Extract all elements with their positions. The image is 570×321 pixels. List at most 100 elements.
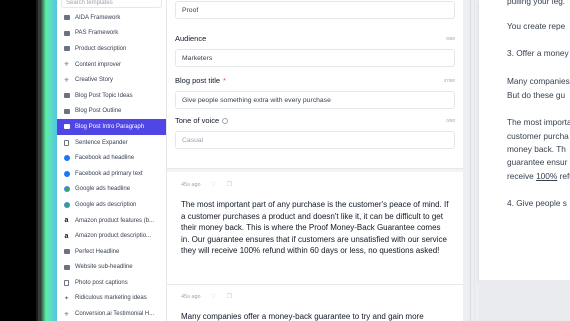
bulb-icon: ✦ [63,295,70,302]
result-card: 45s ago ♡ ❐ The most important part of a… [181,182,451,257]
sidebar-item[interactable]: AIDA Framework [57,10,166,26]
sidebar-item[interactable]: Website sub-headline [57,260,166,276]
template-list: AIDA Framework PAS Framework Product descr… [57,10,166,321]
result-timestamp: 45s ago [181,294,201,300]
tone-label-row: Tone of voice 0/80 [175,116,455,125]
doc-line: money back. Th [507,144,566,154]
sidebar-item[interactable]: a Amazon product features (b... [57,213,166,229]
audience-char-count: 9/80 [446,36,455,41]
blog-title-label: Blog post title [175,76,221,85]
tone-label: Tone of voice [175,116,220,125]
sidebar-item-label: Google ads headline [75,186,131,193]
facebook-icon [63,170,70,177]
sidebar-item[interactable]: Google ads headline [57,182,166,198]
document-editor[interactable]: pulling your leg. You create repe 3. Off… [479,0,570,280]
doc-line: customer purcha [507,131,569,141]
result-text[interactable]: The most important part of any purchase … [181,199,451,257]
sidebar-item[interactable]: Perfect Headline [57,244,166,260]
sidebar-item[interactable]: Blog Post Intro Paragraph [57,119,166,135]
sidebar-item-label: Amazon product features (b... [75,217,155,224]
speaker-icon [63,30,70,37]
sidebar-item-label: Photo post captions [75,279,128,286]
audience-field[interactable]: Marketers [175,49,455,67]
sidebar-item[interactable]: ✳ Content improver [57,57,166,73]
sidebar-item[interactable]: a Amazon product descriptio... [57,228,166,244]
blog-title-field[interactable]: Give people something extra with every p… [175,91,455,109]
tone-field[interactable]: Casual [175,131,455,149]
sidebar-item-label: Content improver [75,61,122,68]
result-card: 45s ago ♡ ❐ Many companies offer a money… [181,294,451,321]
sidebar-item[interactable]: Blog Post Outline [57,104,166,120]
blog-title-char-count: 47/80 [443,78,455,83]
sidebar-item-label: Blog Post Topic Ideas [75,92,133,99]
google-icon [63,201,70,208]
gutter-line [474,0,475,321]
audience-label-row: Audience 9/80 [175,34,455,43]
results-divider [167,168,463,172]
sidebar-item[interactable]: Google ads description [57,197,166,213]
google-icon [63,186,70,193]
result-text[interactable]: Many companies offer a money-back guaran… [181,311,451,321]
doc-line: The most importa [507,117,570,127]
sidebar-item-label: Google ads description [75,201,137,208]
sidebar-item[interactable]: Photo post captions [57,275,166,291]
sidebar-item[interactable]: Facebook ad headline [57,150,166,166]
speaker-icon [63,264,70,271]
sparkle-icon: ✳ [63,77,70,84]
result-meta: 45s ago ♡ ❐ [181,182,451,188]
sidebar-item[interactable]: ✳ Creative Story [57,72,166,88]
strip-edge [38,0,40,321]
facebook-icon [63,155,70,162]
sidebar-item[interactable]: ✦ Ridiculous marketing ideas [57,291,166,307]
sidebar-item-label: Ridiculous marketing ideas [75,295,147,302]
template-sidebar: Search templates AIDA Framework PAS Frame… [57,0,167,321]
doc-line: You create repe [507,21,566,31]
company-name-field[interactable]: Proof [175,1,455,19]
result-separator [167,284,463,285]
sparkle-icon: ✳ [63,311,70,318]
copy-icon[interactable]: ❐ [227,182,233,188]
camera-icon [63,279,70,286]
sidebar-item[interactable]: Sentence Expander [57,135,166,151]
sidebar-item-label: Facebook ad headline [75,155,135,162]
sidebar-item-label: Conversion.ai Testimonial H... [75,311,155,318]
left-background-strip [0,0,57,321]
doc-line: But do these gu [507,90,566,100]
doc-line: 3. Offer a money [507,48,569,58]
document-backdrop [479,280,570,321]
panel-gutter [463,0,479,321]
sidebar-item-label: AIDA Framework [75,14,121,21]
blog-title-label-row: Blog post title * 47/80 [175,76,455,85]
doc-line: receive 100% refun [507,170,570,184]
heart-icon[interactable]: ♡ [211,182,217,188]
amazon-icon: a [64,232,69,240]
result-meta: 45s ago ♡ ❐ [181,294,451,300]
sidebar-item[interactable]: ✳ Conversion.ai Testimonial H... [57,306,166,321]
main-panel: Proof Audience 9/80 Marketers Blog post … [167,0,463,321]
doc-line: 4. Give people s [507,198,567,208]
speaker-icon [63,248,70,255]
gutter-line [470,0,471,321]
sidebar-item[interactable]: Blog Post Topic Ideas [57,88,166,104]
sidebar-item[interactable]: Product description [57,41,166,57]
sidebar-item[interactable]: PAS Framework [57,26,166,42]
sidebar-item-label: Blog Post Intro Paragraph [75,123,145,130]
doc-text: receive [507,171,537,181]
heart-icon[interactable]: ♡ [211,294,217,300]
template-search-input[interactable]: Search templates [61,0,162,8]
sidebar-item-label: Product description [75,45,127,52]
sidebar-item-label: Sentence Expander [75,139,128,146]
info-icon[interactable] [222,118,229,125]
doc-line: pulling your leg. [507,0,566,6]
doc-line: guarantee ensur [507,157,568,167]
amazon-icon: a [64,217,69,225]
sidebar-item-label: Amazon product descriptio... [75,233,152,240]
copy-icon[interactable]: ❐ [227,294,233,300]
audience-label: Audience [175,34,207,43]
doc-icon [63,139,70,146]
speaker-icon [63,123,70,130]
doc-line: Many companies [507,76,570,86]
sidebar-item-label: Facebook ad primary text [75,170,143,177]
doc-underlined-text: 100% [536,171,558,181]
sidebar-item[interactable]: Facebook ad primary text [57,166,166,182]
